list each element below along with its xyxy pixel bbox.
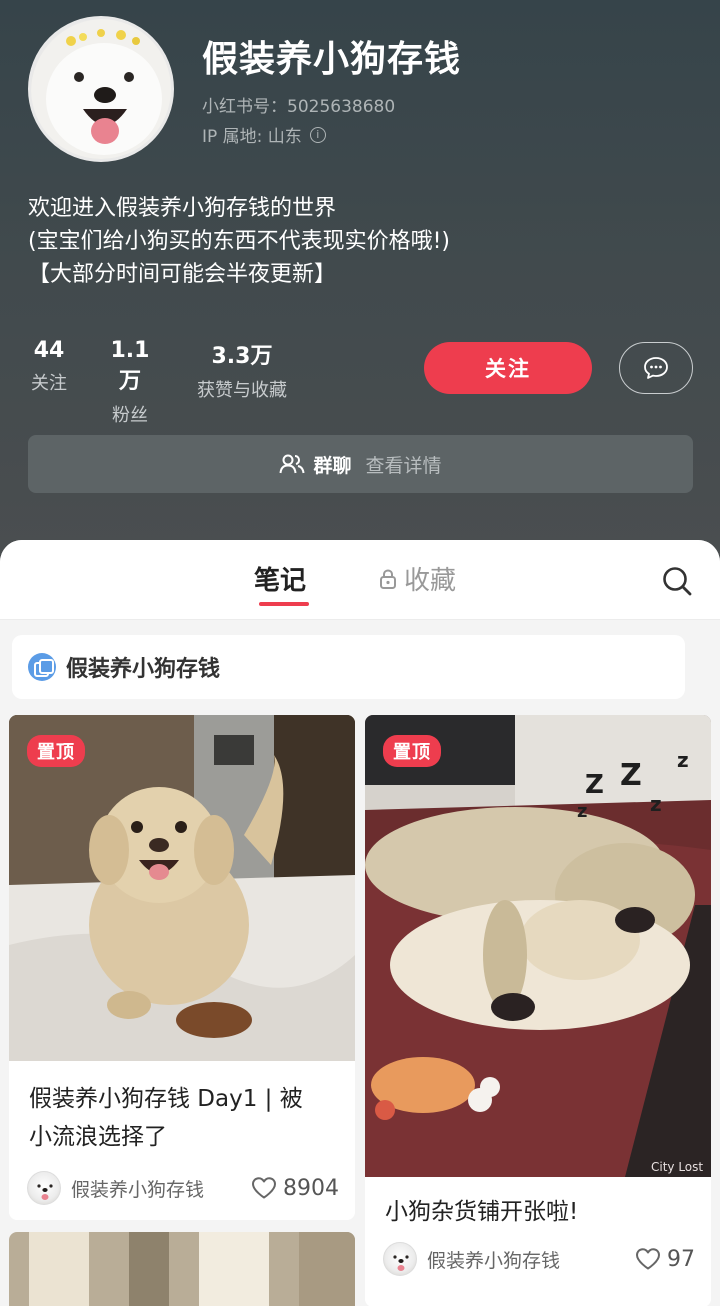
stat-label: 关注 bbox=[31, 373, 67, 394]
note-card[interactable]: 置顶 Z Z z z z City Lost 小狗杂货铺开张啦! 假装养小狗存钱… bbox=[365, 715, 711, 1306]
like-count: 97 bbox=[667, 1246, 695, 1272]
collection-bar[interactable]: 假装养小狗存钱 bbox=[12, 635, 685, 699]
like-button[interactable]: 97 bbox=[635, 1247, 695, 1272]
profile-avatar[interactable] bbox=[28, 16, 174, 162]
note-footer: 假装养小狗存钱 97 bbox=[383, 1241, 695, 1277]
collection-icon bbox=[28, 653, 56, 681]
group-chat-title: 群聊 bbox=[279, 451, 352, 478]
stat-value: 44 bbox=[33, 338, 65, 363]
notes-panel: 笔记 收藏 假装养小狗存钱 置顶 假装养小狗存钱 Day1 | 被 小流浪选择了… bbox=[0, 540, 720, 1306]
ip-location-text: IP 属地: 山东 bbox=[202, 127, 302, 147]
like-button[interactable]: 8904 bbox=[251, 1176, 339, 1201]
note-cover-image: Z Z z z z City Lost bbox=[365, 715, 711, 1177]
stat-likes-collections[interactable]: 3.3万 获赞与收藏 bbox=[190, 338, 294, 402]
profile-name: 假装养小狗存钱 bbox=[202, 39, 462, 80]
lock-icon bbox=[380, 568, 396, 589]
author-avatar[interactable] bbox=[383, 1242, 417, 1276]
active-tab-indicator bbox=[259, 602, 309, 606]
bio-line: 欢迎进入假装养小狗存钱的世界 bbox=[28, 196, 337, 221]
redbook-id: 小红书号：5025638680 bbox=[202, 97, 396, 117]
ip-location: IP 属地: 山东 i bbox=[202, 122, 326, 147]
dog-avatar-image bbox=[31, 19, 171, 159]
note-title-line: 假装养小狗存钱 Day1 | 被 bbox=[29, 1086, 303, 1112]
stat-label: 获赞与收藏 bbox=[197, 380, 287, 401]
group-chat-detail: 查看详情 bbox=[365, 454, 442, 477]
group-users-icon bbox=[279, 454, 305, 474]
heart-icon bbox=[636, 1248, 660, 1270]
author-avatar[interactable] bbox=[27, 1171, 61, 1205]
note-title: 小狗杂货铺开张啦! bbox=[385, 1193, 578, 1231]
chat-bubble-icon bbox=[644, 357, 668, 379]
collection-label: 假装养小狗存钱 bbox=[66, 657, 221, 682]
author-name[interactable]: 假装养小狗存钱 bbox=[71, 1175, 204, 1202]
search-button[interactable] bbox=[660, 564, 694, 598]
note-title-line: 小流浪选择了 bbox=[29, 1124, 167, 1150]
group-chat-bar[interactable]: 群聊 查看详情 bbox=[28, 435, 693, 493]
pinned-badge: 置顶 bbox=[383, 735, 441, 767]
tab-favorites[interactable]: 收藏 bbox=[378, 560, 456, 597]
note-card[interactable]: 置顶 假装养小狗存钱 Day1 | 被 小流浪选择了 假装养小狗存钱 8904 bbox=[9, 715, 355, 1220]
note-cover-image bbox=[9, 1232, 355, 1306]
profile-bio: 欢迎进入假装养小狗存钱的世界 (宝宝们给小狗买的东西不代表现实价格哦!) 【大部… bbox=[28, 192, 450, 291]
svg-text:z: z bbox=[677, 748, 689, 772]
heart-icon bbox=[252, 1177, 276, 1199]
tab-bar: 笔记 收藏 bbox=[0, 540, 720, 620]
dog-avatar-image bbox=[37, 1184, 53, 1200]
note-title: 假装养小狗存钱 Day1 | 被 小流浪选择了 bbox=[29, 1080, 303, 1156]
bio-line: (宝宝们给小狗买的东西不代表现实价格哦!) bbox=[28, 229, 450, 254]
bio-line: 【大部分时间可能会半夜更新】 bbox=[28, 262, 337, 287]
profile-header: 假装养小狗存钱 小红书号：5025638680 IP 属地: 山东 i 欢迎进入… bbox=[0, 0, 720, 580]
stat-value: 3.3万 bbox=[211, 344, 273, 369]
svg-text:z: z bbox=[577, 801, 587, 822]
message-button[interactable] bbox=[619, 342, 693, 394]
author-name[interactable]: 假装养小狗存钱 bbox=[427, 1246, 560, 1273]
search-icon bbox=[663, 567, 692, 596]
stat-following[interactable]: 44 关注 bbox=[28, 338, 70, 395]
group-chat-label: 群聊 bbox=[313, 454, 352, 477]
svg-text:Z: Z bbox=[620, 758, 642, 793]
tab-favorites-label: 收藏 bbox=[404, 566, 457, 596]
note-footer: 假装养小狗存钱 8904 bbox=[27, 1170, 339, 1206]
note-card[interactable] bbox=[9, 1232, 355, 1306]
pinned-badge: 置顶 bbox=[27, 735, 85, 767]
info-icon[interactable]: i bbox=[309, 126, 326, 143]
follow-button[interactable]: 关注 bbox=[424, 342, 592, 394]
svg-text:Z: Z bbox=[585, 770, 604, 800]
stat-followers[interactable]: 1.1万 粉丝 bbox=[100, 338, 160, 427]
tab-notes[interactable]: 笔记 bbox=[254, 560, 306, 597]
stat-label: 粉丝 bbox=[112, 405, 148, 426]
watermark-text: City Lost bbox=[651, 1160, 703, 1174]
svg-text:z: z bbox=[650, 792, 662, 816]
stat-value: 1.1万 bbox=[110, 338, 150, 394]
like-count: 8904 bbox=[283, 1175, 339, 1201]
note-title-line: 小狗杂货铺开张啦! bbox=[385, 1199, 579, 1225]
dog-avatar-image bbox=[393, 1255, 409, 1271]
